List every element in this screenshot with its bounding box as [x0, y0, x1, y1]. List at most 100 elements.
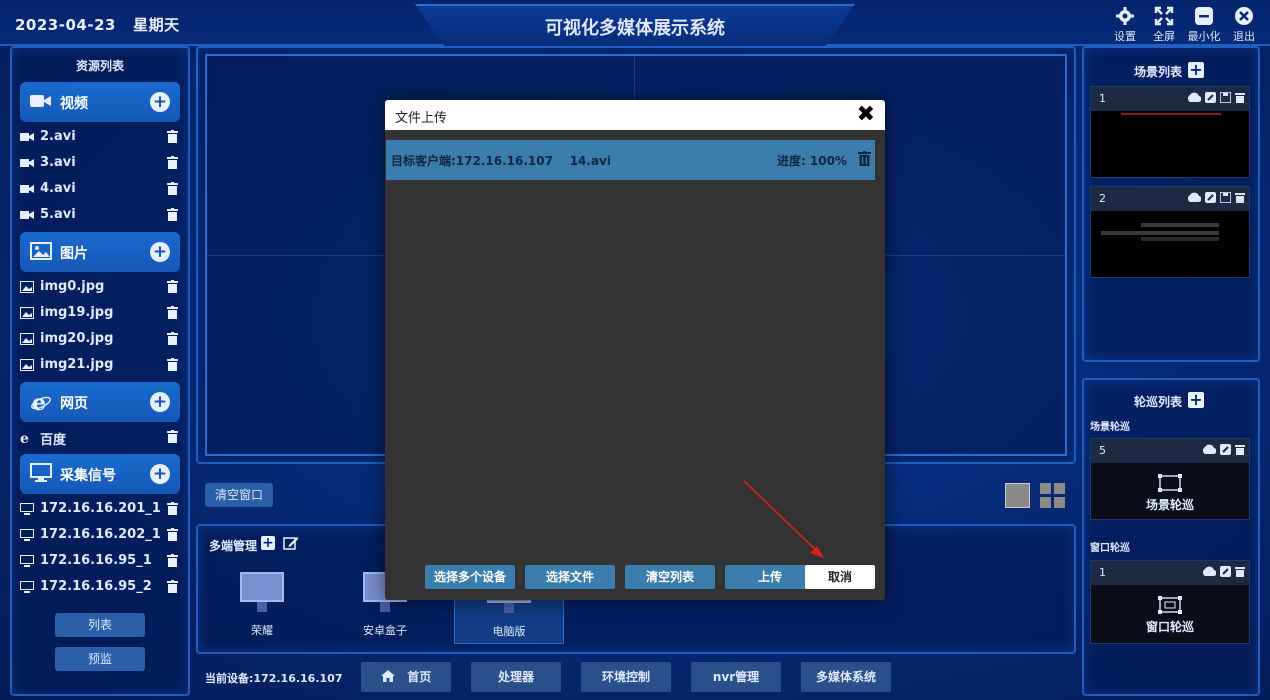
- add-web-button[interactable]: +: [150, 392, 170, 412]
- multi-terminal-title: 多端管理: [209, 539, 258, 553]
- scene-tour-name: 场景轮巡: [1145, 498, 1194, 512]
- video-item[interactable]: 4.avi: [20, 180, 178, 200]
- list-button[interactable]: 列表: [55, 613, 145, 637]
- save-icon[interactable]: [1219, 91, 1232, 106]
- annotation-arrow-icon: [743, 480, 824, 558]
- image-icon: [20, 307, 34, 323]
- scene-card[interactable]: 2: [1090, 186, 1250, 278]
- scene-number: 2: [1099, 192, 1106, 205]
- fullscreen-button[interactable]: 全屏: [1147, 6, 1181, 44]
- upload-task-row[interactable]: 目标客户端:172.16.16.107 14.avi 进度: 100%: [386, 140, 875, 180]
- nav-processor[interactable]: 处理器: [471, 662, 561, 692]
- trash-icon[interactable]: [1235, 93, 1245, 106]
- add-scene-icon[interactable]: +: [1188, 62, 1204, 78]
- image-item[interactable]: img0.jpg: [20, 278, 178, 298]
- trash-icon[interactable]: [167, 580, 178, 597]
- trash-icon[interactable]: [167, 130, 178, 147]
- select-multiple-devices-button[interactable]: 选择多个设备: [425, 565, 515, 589]
- section-video[interactable]: 视频 +: [20, 82, 180, 122]
- scene-card[interactable]: 1: [1090, 86, 1250, 178]
- section-image[interactable]: 图片 +: [20, 232, 180, 272]
- edit-icon[interactable]: [1205, 192, 1216, 206]
- scene-thumbnail: [1091, 211, 1249, 277]
- scene-tour-card[interactable]: 5 场景轮巡: [1090, 438, 1250, 520]
- dialog-header: 文件上传 ✖: [385, 100, 885, 130]
- tour-number: 5: [1099, 444, 1106, 457]
- image-item[interactable]: img19.jpg: [20, 304, 178, 324]
- upload-button[interactable]: 上传: [725, 565, 815, 589]
- trash-icon[interactable]: [167, 182, 178, 199]
- trash-icon[interactable]: [167, 358, 178, 375]
- monitor-stand: [380, 602, 390, 612]
- save-icon[interactable]: [1219, 191, 1232, 206]
- trash-icon[interactable]: [167, 502, 178, 519]
- single-layout-icon[interactable]: [1005, 483, 1030, 508]
- select-file-button[interactable]: 选择文件: [525, 565, 615, 589]
- video-icon: [20, 209, 34, 225]
- close-icon[interactable]: ✖: [857, 104, 875, 126]
- video-item[interactable]: 3.avi: [20, 154, 178, 174]
- cloud-upload-icon[interactable]: [1201, 566, 1217, 580]
- preview-button[interactable]: 预监: [55, 647, 145, 671]
- edit-icon[interactable]: [1220, 444, 1231, 458]
- capture-item[interactable]: 172.16.16.201_1: [20, 500, 178, 520]
- device-name: 安卓盒子: [363, 624, 407, 637]
- add-tour-icon[interactable]: +: [1188, 392, 1204, 408]
- clear-window-button[interactable]: 清空窗口: [205, 483, 273, 507]
- capture-item[interactable]: 172.16.16.95_1: [20, 552, 178, 572]
- trash-icon[interactable]: [167, 528, 178, 545]
- exit-button[interactable]: 退出: [1227, 6, 1261, 44]
- trash-icon[interactable]: [1235, 567, 1245, 580]
- web-item[interactable]: e 百度: [20, 428, 178, 448]
- add-terminal-icon[interactable]: +: [261, 536, 275, 550]
- edit-icon[interactable]: [1220, 566, 1231, 580]
- nav-environment[interactable]: 环境控制: [581, 662, 671, 692]
- trash-icon[interactable]: [167, 554, 178, 571]
- nav-nvr[interactable]: nvr管理: [691, 662, 781, 692]
- trash-icon[interactable]: [167, 208, 178, 225]
- cloud-upload-icon[interactable]: [1201, 444, 1217, 458]
- window-tour-card[interactable]: 1 窗口轮巡: [1090, 560, 1250, 644]
- trash-icon[interactable]: [1235, 193, 1245, 206]
- trash-icon[interactable]: [858, 151, 871, 169]
- browser-e-icon: e: [30, 390, 52, 417]
- nav-multimedia[interactable]: 多媒体系统: [801, 662, 891, 692]
- edit-icon[interactable]: [283, 535, 299, 554]
- app-title: 可视化多媒体展示系统: [545, 18, 725, 39]
- quad-layout-icon[interactable]: [1040, 483, 1065, 508]
- settings-button[interactable]: 设置: [1108, 6, 1142, 44]
- tour-card-head: 1: [1091, 561, 1249, 585]
- section-web[interactable]: e 网页 +: [20, 382, 180, 422]
- device-honor[interactable]: 荣耀: [207, 568, 317, 644]
- image-item[interactable]: img20.jpg: [20, 330, 178, 350]
- capture-name: 172.16.16.201_1: [40, 501, 161, 516]
- cloud-upload-icon[interactable]: [1186, 192, 1202, 206]
- add-capture-button[interactable]: +: [150, 464, 170, 484]
- section-capture[interactable]: 采集信号 +: [20, 454, 180, 494]
- clear-list-button[interactable]: 清空列表: [625, 565, 715, 589]
- video-icon: [20, 131, 34, 147]
- video-item[interactable]: 5.avi: [20, 206, 178, 226]
- fullscreen-icon: [1147, 6, 1181, 28]
- add-image-button[interactable]: +: [150, 242, 170, 262]
- capture-name: 172.16.16.95_2: [40, 579, 152, 594]
- trash-icon[interactable]: [1235, 445, 1245, 458]
- trash-icon[interactable]: [167, 430, 178, 447]
- video-item[interactable]: 2.avi: [20, 128, 178, 148]
- capture-item[interactable]: 172.16.16.202_1: [20, 526, 178, 546]
- nav-home[interactable]: 首页: [361, 662, 451, 692]
- trash-icon[interactable]: [167, 306, 178, 323]
- add-video-button[interactable]: +: [150, 92, 170, 112]
- resource-list-title: 资源列表: [75, 59, 124, 73]
- trash-icon[interactable]: [167, 156, 178, 173]
- trash-icon[interactable]: [167, 332, 178, 349]
- capture-item[interactable]: 172.16.16.95_2: [20, 578, 178, 598]
- image-name: img20.jpg: [40, 331, 114, 346]
- edit-icon[interactable]: [1205, 92, 1216, 106]
- image-name: img21.jpg: [40, 357, 114, 372]
- minimize-button[interactable]: 最小化: [1187, 6, 1221, 44]
- trash-icon[interactable]: [167, 280, 178, 297]
- cancel-button[interactable]: 取消: [805, 565, 875, 589]
- image-item[interactable]: img21.jpg: [20, 356, 178, 376]
- cloud-upload-icon[interactable]: [1186, 92, 1202, 106]
